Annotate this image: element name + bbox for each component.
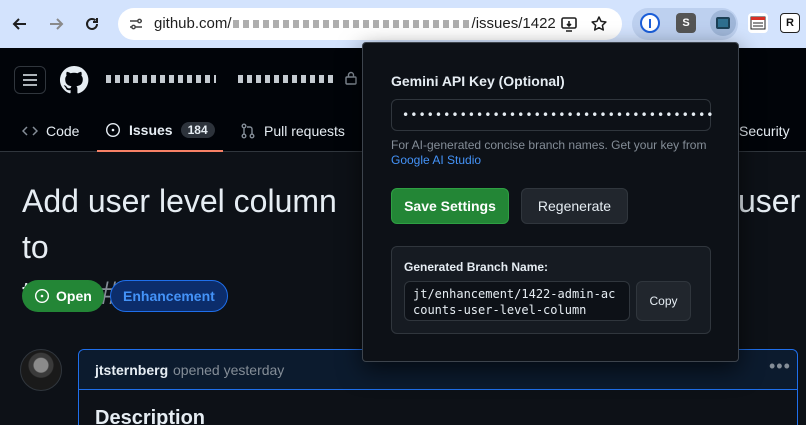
issue-state-badge: Open <box>22 280 104 312</box>
comment-body-heading: Description <box>95 407 206 425</box>
private-lock-icon <box>345 71 357 85</box>
copy-button[interactable]: Copy <box>636 281 691 321</box>
google-ai-studio-link[interactable]: Google AI Studio <box>391 153 481 167</box>
hamburger-menu-button[interactable] <box>14 66 46 94</box>
help-text: For AI-generated concise branch names. G… <box>391 138 707 152</box>
tab-code[interactable]: Code <box>22 110 79 152</box>
reload-icon <box>86 17 98 30</box>
s-extension-icon[interactable]: S <box>676 13 696 33</box>
api-key-help-text: For AI-generated concise branch names. G… <box>391 138 711 168</box>
tab-security[interactable]: Security <box>739 110 790 152</box>
url-text: github.com/ /issues/1422 <box>154 15 556 32</box>
owner-name-redacted[interactable] <box>106 75 216 83</box>
s-extension-label: S <box>682 17 690 29</box>
comment-author[interactable]: jtsternberg <box>95 362 168 378</box>
kebab-menu-icon[interactable]: ••• <box>769 356 791 377</box>
url-redacted-path <box>232 20 471 29</box>
branch-namer-extension-icon[interactable] <box>710 10 736 36</box>
generated-branch-label: Generated Branch Name: <box>404 260 549 274</box>
forward-button[interactable] <box>44 12 68 36</box>
calendar-extension-icon[interactable] <box>748 13 768 33</box>
tab-pull-requests[interactable]: Pull requests <box>240 110 345 152</box>
generated-branch-panel: Generated Branch Name: jt/enhancement/14… <box>391 246 711 334</box>
reload-button[interactable] <box>80 12 104 36</box>
avatar[interactable] <box>20 349 62 391</box>
github-logo-icon[interactable] <box>58 64 90 96</box>
issue-opened-icon <box>34 288 50 304</box>
api-key-value: •••••••••••••••••••••••••••••••••••••• <box>402 108 715 122</box>
tab-code-label: Code <box>46 123 80 139</box>
issue-state-label: Open <box>56 288 92 304</box>
issues-count-badge: 184 <box>180 122 215 138</box>
tab-issues-label: Issues <box>129 122 173 138</box>
save-settings-button[interactable]: Save Settings <box>391 188 509 224</box>
issue-opened-icon <box>105 122 121 138</box>
tab-security-label: Security <box>739 123 790 139</box>
back-arrow-icon <box>12 18 26 30</box>
forward-arrow-icon <box>50 18 64 30</box>
site-settings-icon[interactable] <box>128 16 144 32</box>
regenerate-button[interactable]: Regenerate <box>521 188 628 224</box>
r-extension-label: R <box>786 17 794 29</box>
api-key-label: Gemini API Key (Optional) <box>391 73 565 89</box>
address-bar[interactable]: github.com/ /issues/1422 <box>118 8 622 40</box>
back-button[interactable] <box>8 12 32 36</box>
issue-label-badge[interactable]: Enhancement <box>110 280 228 312</box>
1password-icon[interactable] <box>640 13 660 33</box>
extension-popup: Gemini API Key (Optional) ••••••••••••••… <box>362 42 739 362</box>
tab-pull-requests-label: Pull requests <box>264 123 345 139</box>
install-app-icon[interactable] <box>560 15 578 33</box>
generated-branch-name[interactable]: jt/enhancement/1422-admin-accounts-user-… <box>404 281 630 321</box>
url-host: github.com/ <box>154 15 232 32</box>
tab-issues[interactable]: Issues 184 <box>97 110 223 152</box>
url-path: /issues/1422 <box>471 15 556 32</box>
r-extension-icon[interactable]: R <box>780 13 800 33</box>
api-key-input[interactable]: •••••••••••••••••••••••••••••••••••••• <box>391 99 714 131</box>
browser-toolbar: github.com/ /issues/1422 S R <box>0 0 806 48</box>
repo-name-redacted[interactable] <box>238 75 336 83</box>
comment-timestamp[interactable]: opened yesterday <box>173 362 284 378</box>
issue-title-overflow: user <box>738 183 801 219</box>
pull-request-icon <box>241 123 255 139</box>
menu-icon <box>23 74 37 86</box>
bookmark-star-icon[interactable] <box>590 15 608 33</box>
code-icon <box>22 126 38 136</box>
issue-title-text: Add user level column to <box>22 183 337 265</box>
